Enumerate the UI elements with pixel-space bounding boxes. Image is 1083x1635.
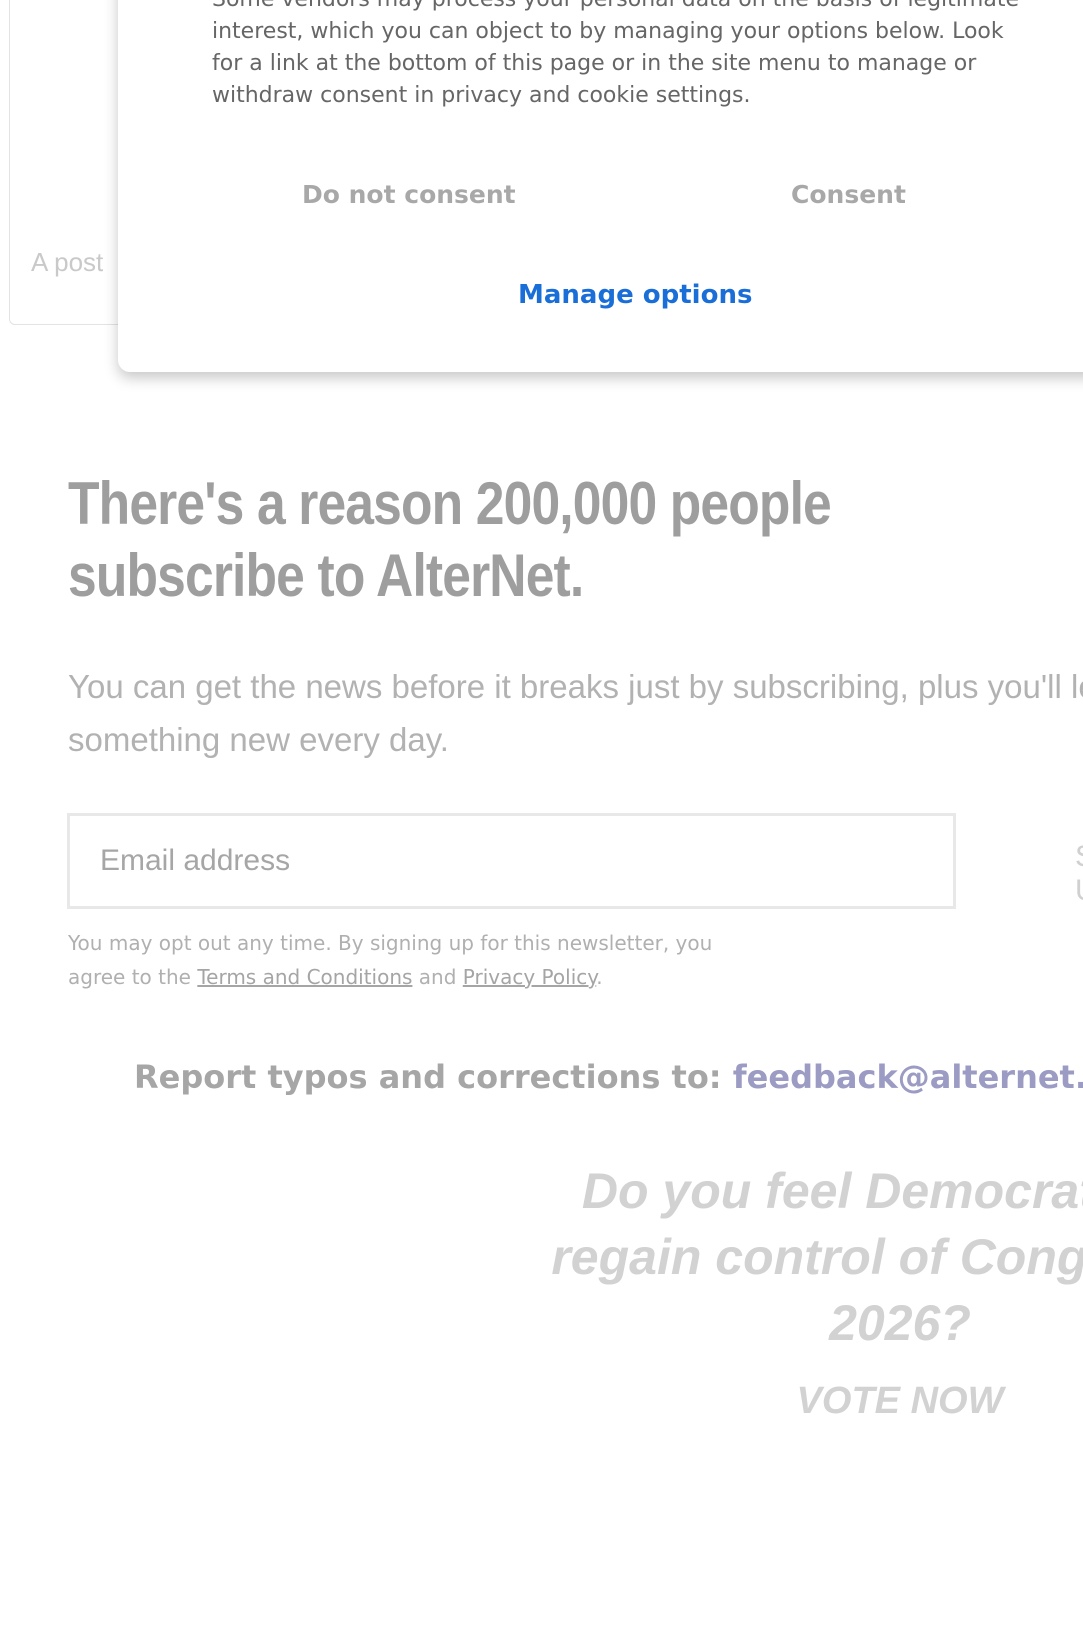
newsletter-subtitle: You can get the news before it breaks ju… — [68, 668, 1083, 758]
report-label: Report typos and corrections to: — [134, 1058, 733, 1096]
feedback-email-link[interactable]: feedback@alternet.org — [733, 1058, 1083, 1096]
email-input[interactable] — [67, 813, 956, 909]
consent-button[interactable]: Consent — [791, 180, 906, 209]
background-card-caption: A post — [31, 247, 104, 277]
do-not-consent-button[interactable]: Do not consent — [302, 180, 516, 209]
page: A post Some vendors may process your per… — [0, 0, 1083, 1635]
newsletter-legal-text: You may opt out any time. By signing up … — [68, 926, 768, 994]
legal-suffix: . — [596, 965, 603, 989]
signup-button[interactable]: Sign Up — [1075, 840, 1083, 908]
terms-link[interactable]: Terms and Conditions — [197, 965, 412, 989]
privacy-policy-link[interactable]: Privacy Policy — [463, 965, 596, 989]
newsletter-title: There's a reason 200,000 people subscrib… — [68, 470, 832, 609]
poll-question: Do you feel Democrats will regain contro… — [551, 1163, 1083, 1351]
consent-dialog: Some vendors may process your personal d… — [118, 0, 1083, 372]
vote-now-button[interactable]: VOTE NOW — [760, 1380, 1040, 1423]
manage-options-button[interactable]: Manage options — [518, 280, 752, 310]
report-corrections: Report typos and corrections to: feedbac… — [134, 1058, 1083, 1096]
consent-description: Some vendors may process your personal d… — [212, 0, 1019, 108]
legal-and: and — [412, 965, 463, 989]
